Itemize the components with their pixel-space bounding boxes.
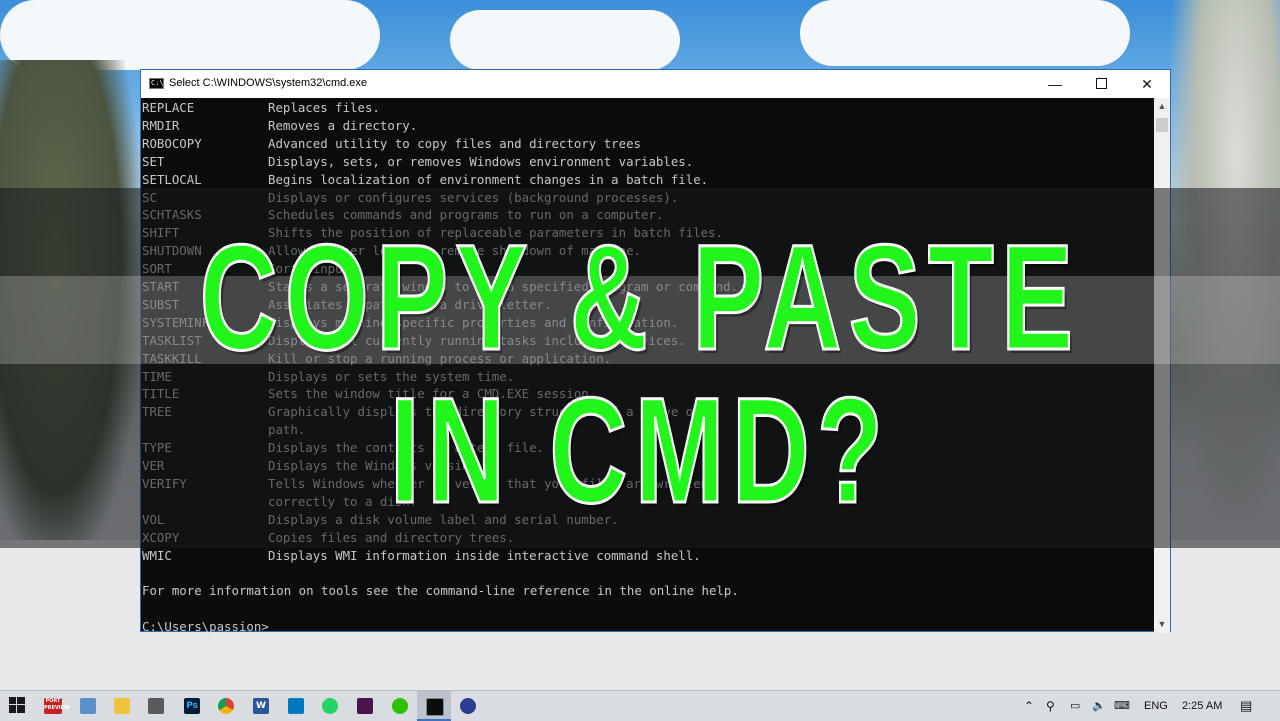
command-name: ROBOCOPY	[142, 135, 202, 151]
command-name: WMIC	[142, 547, 172, 563]
notepad-icon[interactable]	[80, 698, 96, 714]
network-icon[interactable]: ⚲	[1046, 691, 1055, 721]
file-explorer-icon[interactable]	[114, 698, 130, 714]
photoshop-icon[interactable]: Ps	[184, 698, 200, 714]
cmd-taskbar-icon[interactable]	[426, 698, 444, 716]
command-description: Displays, sets, or removes Windows envir…	[268, 153, 694, 169]
battery-icon[interactable]: ▭	[1070, 691, 1080, 721]
console-line: SETLOCAL Begins localization of environme…	[142, 171, 708, 189]
app-icon[interactable]	[460, 698, 476, 714]
language-indicator[interactable]: ENG	[1144, 691, 1168, 721]
maximize-button[interactable]	[1078, 70, 1124, 98]
console-line: WMIC Displays WMI information inside inte…	[142, 547, 701, 565]
close-button[interactable]: ✕	[1124, 70, 1170, 98]
cloud	[450, 10, 680, 70]
console-line: SET Displays, sets, or removes Windows en…	[142, 153, 693, 171]
slack-icon[interactable]	[357, 698, 373, 714]
volume-icon[interactable]: 🔈	[1092, 691, 1106, 721]
command-prompt[interactable]: C:\Users\passion>	[142, 618, 269, 633]
windows-start-icon[interactable]	[8, 697, 26, 715]
maximize-icon	[1095, 78, 1107, 90]
wechat-icon[interactable]	[392, 698, 408, 714]
command-description: Displays WMI information inside interact…	[268, 547, 701, 563]
overlay-title-line1: COPY & PASTE	[199, 212, 1081, 383]
taskbar: PORT PREVIEW Ps W ⌃ ⚲ ▭ 🔈 ⌨ ENG 2:25 AM …	[0, 690, 1280, 721]
window-title: Select C:\WINDOWS\system32\cmd.exe	[169, 77, 368, 89]
title-bar[interactable]: C:\ Select C:\WINDOWS\system32\cmd.exe —…	[141, 70, 1170, 98]
scroll-up-icon[interactable]: ▲	[1154, 98, 1170, 115]
calculator-icon[interactable]	[148, 698, 164, 714]
command-name: REPLACE	[142, 100, 195, 115]
minimize-button[interactable]: —	[1032, 70, 1078, 98]
clock[interactable]: 2:25 AM	[1182, 691, 1222, 721]
notification-icon[interactable]: ▤	[1240, 691, 1252, 721]
trello-icon[interactable]	[288, 698, 304, 714]
whatsapp-icon[interactable]	[322, 698, 338, 714]
scroll-down-icon[interactable]: ▼	[1154, 616, 1170, 633]
console-line: REPLACE Replaces files.	[142, 99, 380, 117]
show-hidden-icons-icon[interactable]: ⌃	[1024, 691, 1034, 721]
console-line: ROBOCOPY Advanced utility to copy files a…	[142, 135, 641, 153]
scroll-thumb[interactable]	[1156, 118, 1168, 132]
command-name: SET	[142, 153, 165, 169]
command-name: SETLOCAL	[142, 171, 202, 187]
command-description: Removes a directory.	[268, 117, 418, 133]
command-name: RMDIR	[142, 117, 180, 133]
overlay-title-line2: IN CMD?	[389, 365, 891, 536]
cmd-icon: C:\	[149, 78, 164, 89]
help-footer: For more information on tools see the co…	[142, 583, 739, 599]
command-description: Begins localization of environment chang…	[268, 171, 709, 187]
chrome-icon[interactable]	[218, 698, 234, 714]
command-description: Advanced utility to copy files and direc…	[268, 135, 641, 151]
cloud	[800, 0, 1130, 66]
photo-studio-icon[interactable]: PORT PREVIEW	[44, 698, 70, 714]
console-line: RMDIR Removes a directory.	[142, 117, 417, 135]
command-description: Replaces files.	[268, 100, 380, 115]
keyboard-icon[interactable]: ⌨	[1114, 691, 1130, 721]
word-icon[interactable]: W	[253, 698, 269, 714]
